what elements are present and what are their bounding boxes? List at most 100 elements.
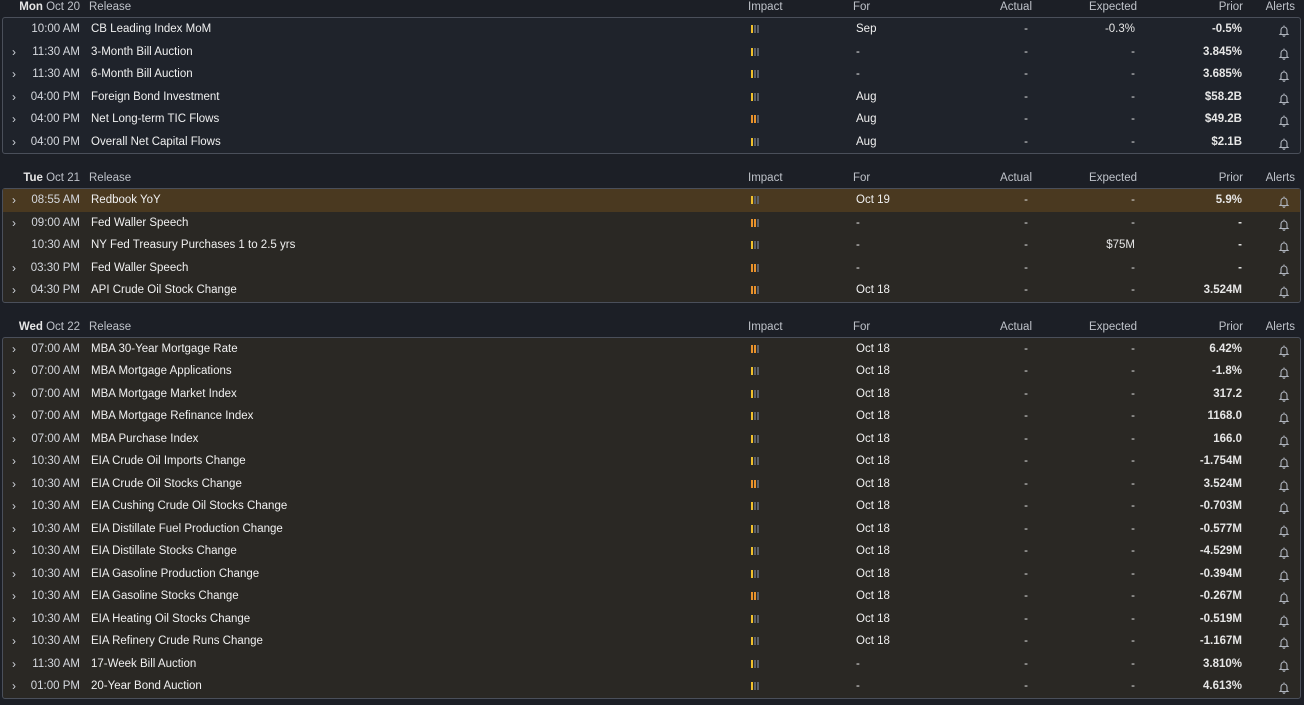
event-row[interactable]: › 07:00 AM MBA Mortgage Applications Oct… bbox=[3, 360, 1300, 383]
bell-icon[interactable] bbox=[1278, 590, 1290, 604]
bell-icon[interactable] bbox=[1278, 262, 1290, 276]
event-row[interactable]: › 03:30 PM Fed Waller Speech - - - - bbox=[3, 257, 1300, 280]
chevron-right-icon[interactable]: › bbox=[12, 450, 16, 472]
event-row[interactable]: › 10:00 AM CB Leading Index MoM Sep - -0… bbox=[3, 18, 1300, 41]
col-release[interactable]: Release bbox=[89, 320, 131, 335]
chevron-right-icon[interactable]: › bbox=[12, 63, 16, 85]
chevron-right-icon[interactable]: › bbox=[12, 360, 16, 382]
event-row[interactable]: › 10:30 AM EIA Heating Oil Stocks Change… bbox=[3, 608, 1300, 631]
bell-icon[interactable] bbox=[1278, 433, 1290, 447]
chevron-right-icon[interactable]: › bbox=[12, 41, 16, 63]
bell-icon[interactable] bbox=[1278, 46, 1290, 60]
bell-icon[interactable] bbox=[1278, 500, 1290, 514]
bell-icon[interactable] bbox=[1278, 343, 1290, 357]
chevron-right-icon[interactable]: › bbox=[12, 86, 16, 108]
bell-icon[interactable] bbox=[1278, 365, 1290, 379]
bell-icon[interactable] bbox=[1278, 68, 1290, 82]
col-for[interactable]: For bbox=[853, 171, 870, 186]
bell-icon[interactable] bbox=[1278, 388, 1290, 402]
chevron-right-icon[interactable]: › bbox=[12, 428, 16, 450]
chevron-right-icon[interactable]: › bbox=[12, 212, 16, 234]
bell-icon[interactable] bbox=[1278, 658, 1290, 672]
event-row[interactable]: › 04:00 PM Net Long-term TIC Flows Aug -… bbox=[3, 108, 1300, 131]
event-row[interactable]: › 10:30 AM EIA Distillate Fuel Productio… bbox=[3, 518, 1300, 541]
col-actual[interactable]: Actual bbox=[1000, 0, 1032, 15]
event-row[interactable]: › 04:30 PM API Crude Oil Stock Change Oc… bbox=[3, 279, 1300, 302]
event-row[interactable]: › 08:55 AM Redbook YoY Oct 19 - - 5.9% bbox=[3, 189, 1300, 212]
event-row[interactable]: › 07:00 AM MBA 30-Year Mortgage Rate Oct… bbox=[3, 338, 1300, 361]
chevron-right-icon[interactable]: › bbox=[12, 630, 16, 652]
event-period: Oct 18 bbox=[856, 545, 890, 557]
col-prior[interactable]: Prior bbox=[1219, 320, 1243, 335]
bell-icon[interactable] bbox=[1278, 113, 1290, 127]
event-row[interactable]: › 10:30 AM EIA Cushing Crude Oil Stocks … bbox=[3, 495, 1300, 518]
chevron-right-icon[interactable]: › bbox=[12, 653, 16, 675]
event-row[interactable]: › 09:00 AM Fed Waller Speech - - - - bbox=[3, 212, 1300, 235]
bell-icon[interactable] bbox=[1278, 635, 1290, 649]
event-row[interactable]: › 10:30 AM EIA Distillate Stocks Change … bbox=[3, 540, 1300, 563]
event-row[interactable]: › 11:30 AM 6-Month Bill Auction - - - 3.… bbox=[3, 63, 1300, 86]
bell-icon[interactable] bbox=[1278, 478, 1290, 492]
bell-icon[interactable] bbox=[1278, 194, 1290, 208]
col-expected[interactable]: Expected bbox=[1089, 171, 1137, 186]
chevron-right-icon[interactable]: › bbox=[12, 189, 16, 211]
event-row[interactable]: › 04:00 PM Overall Net Capital Flows Aug… bbox=[3, 131, 1300, 154]
bell-icon[interactable] bbox=[1278, 23, 1290, 37]
col-actual[interactable]: Actual bbox=[1000, 320, 1032, 335]
bell-icon[interactable] bbox=[1278, 613, 1290, 627]
col-prior[interactable]: Prior bbox=[1219, 171, 1243, 186]
bell-icon[interactable] bbox=[1278, 284, 1290, 298]
col-prior[interactable]: Prior bbox=[1219, 0, 1243, 15]
chevron-right-icon[interactable]: › bbox=[12, 473, 16, 495]
chevron-right-icon[interactable]: › bbox=[12, 608, 16, 630]
event-row[interactable]: › 10:30 AM EIA Gasoline Stocks Change Oc… bbox=[3, 585, 1300, 608]
chevron-right-icon[interactable]: › bbox=[12, 338, 16, 360]
chevron-right-icon[interactable]: › bbox=[12, 383, 16, 405]
event-row[interactable]: › 07:00 AM MBA Mortgage Market Index Oct… bbox=[3, 383, 1300, 406]
event-row[interactable]: › 07:00 AM MBA Purchase Index Oct 18 - -… bbox=[3, 428, 1300, 451]
event-actual: - bbox=[1024, 342, 1028, 355]
col-for[interactable]: For bbox=[853, 0, 870, 15]
chevron-right-icon[interactable]: › bbox=[12, 279, 16, 301]
chevron-right-icon[interactable]: › bbox=[12, 131, 16, 153]
chevron-right-icon[interactable]: › bbox=[12, 563, 16, 585]
bell-icon[interactable] bbox=[1278, 680, 1290, 694]
bell-icon[interactable] bbox=[1278, 136, 1290, 150]
event-row[interactable]: › 11:30 AM 3-Month Bill Auction - - - 3.… bbox=[3, 41, 1300, 64]
event-row[interactable]: › 10:30 AM EIA Refinery Crude Runs Chang… bbox=[3, 630, 1300, 653]
col-impact[interactable]: Impact bbox=[748, 171, 783, 186]
chevron-right-icon[interactable]: › bbox=[12, 585, 16, 607]
event-row[interactable]: › 04:00 PM Foreign Bond Investment Aug -… bbox=[3, 86, 1300, 109]
col-expected[interactable]: Expected bbox=[1089, 320, 1137, 335]
chevron-right-icon[interactable]: › bbox=[12, 405, 16, 427]
chevron-right-icon[interactable]: › bbox=[12, 495, 16, 517]
col-impact[interactable]: Impact bbox=[748, 320, 783, 335]
bell-icon[interactable] bbox=[1278, 217, 1290, 231]
bell-icon[interactable] bbox=[1278, 523, 1290, 537]
bell-icon[interactable] bbox=[1278, 455, 1290, 469]
bell-icon[interactable] bbox=[1278, 239, 1290, 253]
event-row[interactable]: › 01:00 PM 20-Year Bond Auction - - - 4.… bbox=[3, 675, 1300, 698]
col-actual[interactable]: Actual bbox=[1000, 171, 1032, 186]
event-row[interactable]: › 10:30 AM EIA Gasoline Production Chang… bbox=[3, 563, 1300, 586]
bell-icon[interactable] bbox=[1278, 545, 1290, 559]
chevron-right-icon[interactable]: › bbox=[12, 540, 16, 562]
col-expected[interactable]: Expected bbox=[1089, 0, 1137, 15]
event-row[interactable]: › 11:30 AM 17-Week Bill Auction - - - 3.… bbox=[3, 653, 1300, 676]
col-for[interactable]: For bbox=[853, 320, 870, 335]
bell-icon[interactable] bbox=[1278, 91, 1290, 105]
chevron-right-icon[interactable]: › bbox=[12, 257, 16, 279]
event-row[interactable]: › 07:00 AM MBA Mortgage Refinance Index … bbox=[3, 405, 1300, 428]
bell-icon[interactable] bbox=[1278, 410, 1290, 424]
chevron-right-icon[interactable]: › bbox=[12, 108, 16, 130]
event-prior: -1.167M bbox=[1199, 635, 1242, 647]
chevron-right-icon[interactable]: › bbox=[12, 518, 16, 540]
col-release[interactable]: Release bbox=[89, 171, 131, 186]
bell-icon[interactable] bbox=[1278, 568, 1290, 582]
chevron-right-icon[interactable]: › bbox=[12, 675, 16, 697]
event-row[interactable]: › 10:30 AM EIA Crude Oil Stocks Change O… bbox=[3, 473, 1300, 496]
event-row[interactable]: › 10:30 AM EIA Crude Oil Imports Change … bbox=[3, 450, 1300, 473]
col-release[interactable]: Release bbox=[89, 0, 131, 15]
event-row[interactable]: › 10:30 AM NY Fed Treasury Purchases 1 t… bbox=[3, 234, 1300, 257]
col-impact[interactable]: Impact bbox=[748, 0, 783, 15]
